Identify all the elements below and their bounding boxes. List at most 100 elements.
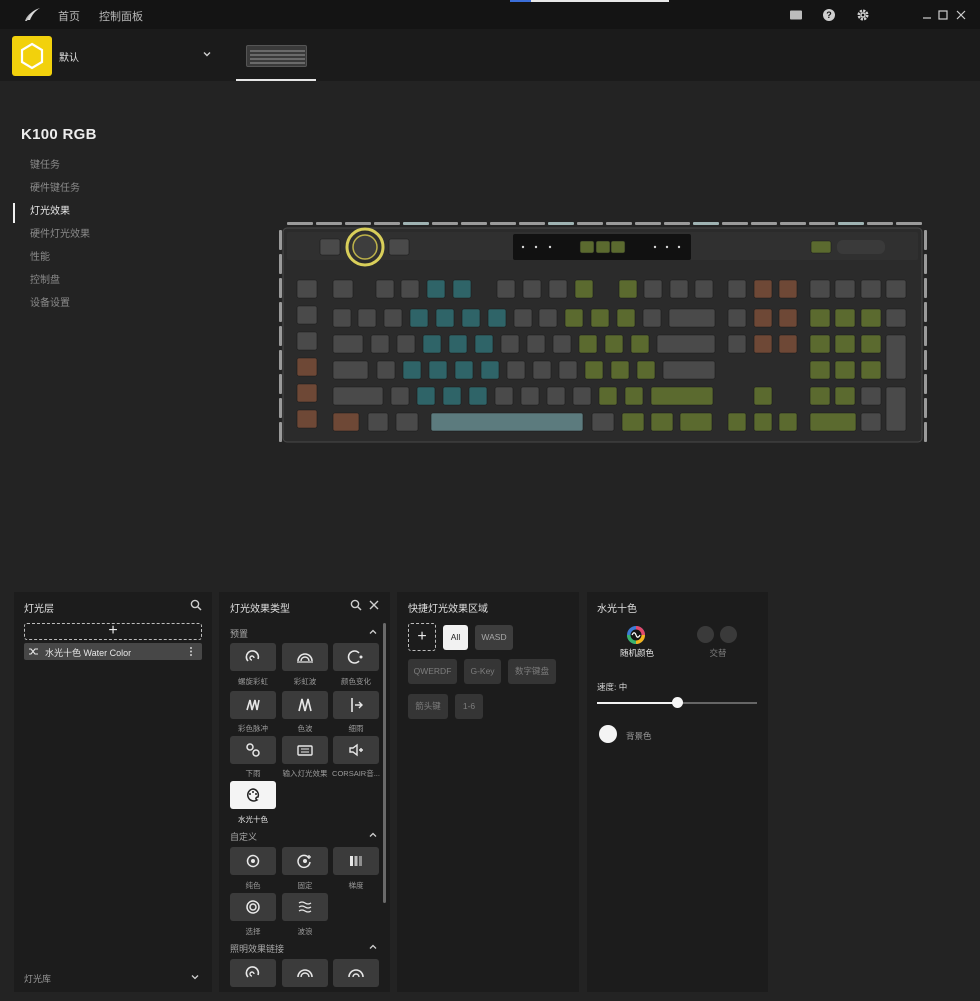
- media-key[interactable]: [388, 238, 410, 256]
- effect-wave[interactable]: [282, 893, 328, 921]
- profile-icon[interactable]: [12, 36, 52, 76]
- key[interactable]: [834, 308, 856, 328]
- menu-item-hardware-lighting[interactable]: 硬件灯光效果: [13, 225, 193, 248]
- effect-rainbow-wave[interactable]: [282, 643, 328, 671]
- media-key[interactable]: [319, 238, 341, 256]
- key[interactable]: [522, 279, 542, 299]
- key[interactable]: [809, 334, 831, 354]
- g-key[interactable]: [296, 383, 318, 403]
- alternate-color-swatch[interactable]: [720, 626, 737, 643]
- key[interactable]: [572, 386, 592, 406]
- key[interactable]: [396, 334, 416, 354]
- key[interactable]: [753, 386, 773, 406]
- key[interactable]: [885, 308, 907, 328]
- zone-qwerdf[interactable]: QWERDF: [408, 659, 457, 684]
- key[interactable]: [885, 279, 907, 299]
- key[interactable]: [332, 360, 369, 380]
- settings-gear-icon[interactable]: [856, 8, 870, 22]
- key[interactable]: [426, 279, 446, 299]
- key[interactable]: [402, 360, 422, 380]
- key[interactable]: [494, 386, 514, 406]
- maximize-icon[interactable]: [937, 8, 949, 22]
- key[interactable]: [357, 308, 377, 328]
- nav-dashboard[interactable]: 控制面板: [99, 8, 143, 24]
- key[interactable]: [809, 308, 831, 328]
- enter-key[interactable]: [885, 386, 907, 432]
- key[interactable]: [564, 308, 584, 328]
- key[interactable]: [668, 308, 716, 328]
- menu-item-key-tasks[interactable]: 键任务: [13, 156, 193, 179]
- link-effect-spiral[interactable]: [230, 959, 276, 987]
- effect-spiral-rainbow[interactable]: [230, 643, 276, 671]
- key[interactable]: [332, 308, 352, 328]
- key[interactable]: [591, 412, 615, 432]
- key[interactable]: [727, 279, 747, 299]
- key[interactable]: [332, 386, 384, 406]
- effect-static[interactable]: [230, 847, 276, 875]
- key[interactable]: [395, 412, 419, 432]
- key[interactable]: [487, 308, 507, 328]
- help-icon[interactable]: ?: [822, 8, 836, 22]
- key[interactable]: [679, 412, 713, 432]
- led-key[interactable]: [595, 240, 611, 254]
- key[interactable]: [753, 412, 773, 432]
- key[interactable]: [416, 386, 436, 406]
- key[interactable]: [727, 412, 747, 432]
- key[interactable]: [584, 360, 604, 380]
- effect-water-color[interactable]: [230, 781, 276, 809]
- g-key[interactable]: [296, 357, 318, 377]
- key[interactable]: [367, 412, 389, 432]
- key[interactable]: [834, 360, 856, 380]
- scrollbar[interactable]: [383, 623, 386, 903]
- key[interactable]: [860, 279, 882, 299]
- key[interactable]: [610, 360, 630, 380]
- key[interactable]: [376, 360, 396, 380]
- key[interactable]: [642, 308, 662, 328]
- key[interactable]: [604, 334, 624, 354]
- key[interactable]: [538, 308, 558, 328]
- key[interactable]: [630, 334, 650, 354]
- chevron-down-icon[interactable]: [201, 48, 213, 60]
- key[interactable]: [778, 308, 798, 328]
- key[interactable]: [753, 279, 773, 299]
- random-color-icon[interactable]: [626, 625, 646, 645]
- chevron-up-icon[interactable]: [368, 830, 378, 840]
- key[interactable]: [694, 279, 714, 299]
- key[interactable]: [618, 279, 638, 299]
- zone-gkey[interactable]: G-Key: [464, 659, 501, 684]
- key[interactable]: [860, 360, 882, 380]
- key[interactable]: [506, 360, 526, 380]
- effect-gradient[interactable]: [333, 847, 379, 875]
- key[interactable]: [546, 386, 566, 406]
- effect-color-shift[interactable]: [333, 643, 379, 671]
- key[interactable]: [435, 308, 455, 328]
- key[interactable]: [474, 334, 494, 354]
- g-key[interactable]: [296, 331, 318, 351]
- key[interactable]: [390, 386, 410, 406]
- speed-slider-handle[interactable]: [671, 697, 683, 708]
- layer-item[interactable]: 水光十色 Water Color: [24, 643, 202, 660]
- key[interactable]: [370, 334, 390, 354]
- menu-item-device-settings[interactable]: 设备设置: [13, 294, 193, 317]
- menu-item-performance[interactable]: 性能: [13, 248, 193, 271]
- key[interactable]: [727, 334, 747, 354]
- chevron-up-icon[interactable]: [368, 942, 378, 952]
- effect-type-lighting[interactable]: [282, 736, 328, 764]
- key[interactable]: [520, 386, 540, 406]
- device-tab-k100[interactable]: [236, 37, 316, 81]
- key[interactable]: [860, 334, 882, 354]
- g-key[interactable]: [296, 409, 318, 429]
- message-icon[interactable]: [789, 8, 803, 22]
- key[interactable]: [860, 308, 882, 328]
- key[interactable]: [621, 412, 645, 432]
- key[interactable]: [442, 386, 462, 406]
- key[interactable]: [643, 279, 663, 299]
- g-key[interactable]: [296, 279, 318, 299]
- effect-color-pulse[interactable]: [230, 691, 276, 719]
- zone-wasd[interactable]: WASD: [475, 625, 513, 650]
- zone-all[interactable]: All: [443, 625, 468, 650]
- key[interactable]: [834, 279, 856, 299]
- key[interactable]: [727, 308, 747, 328]
- key[interactable]: [332, 334, 364, 354]
- background-color-swatch[interactable]: [599, 725, 617, 743]
